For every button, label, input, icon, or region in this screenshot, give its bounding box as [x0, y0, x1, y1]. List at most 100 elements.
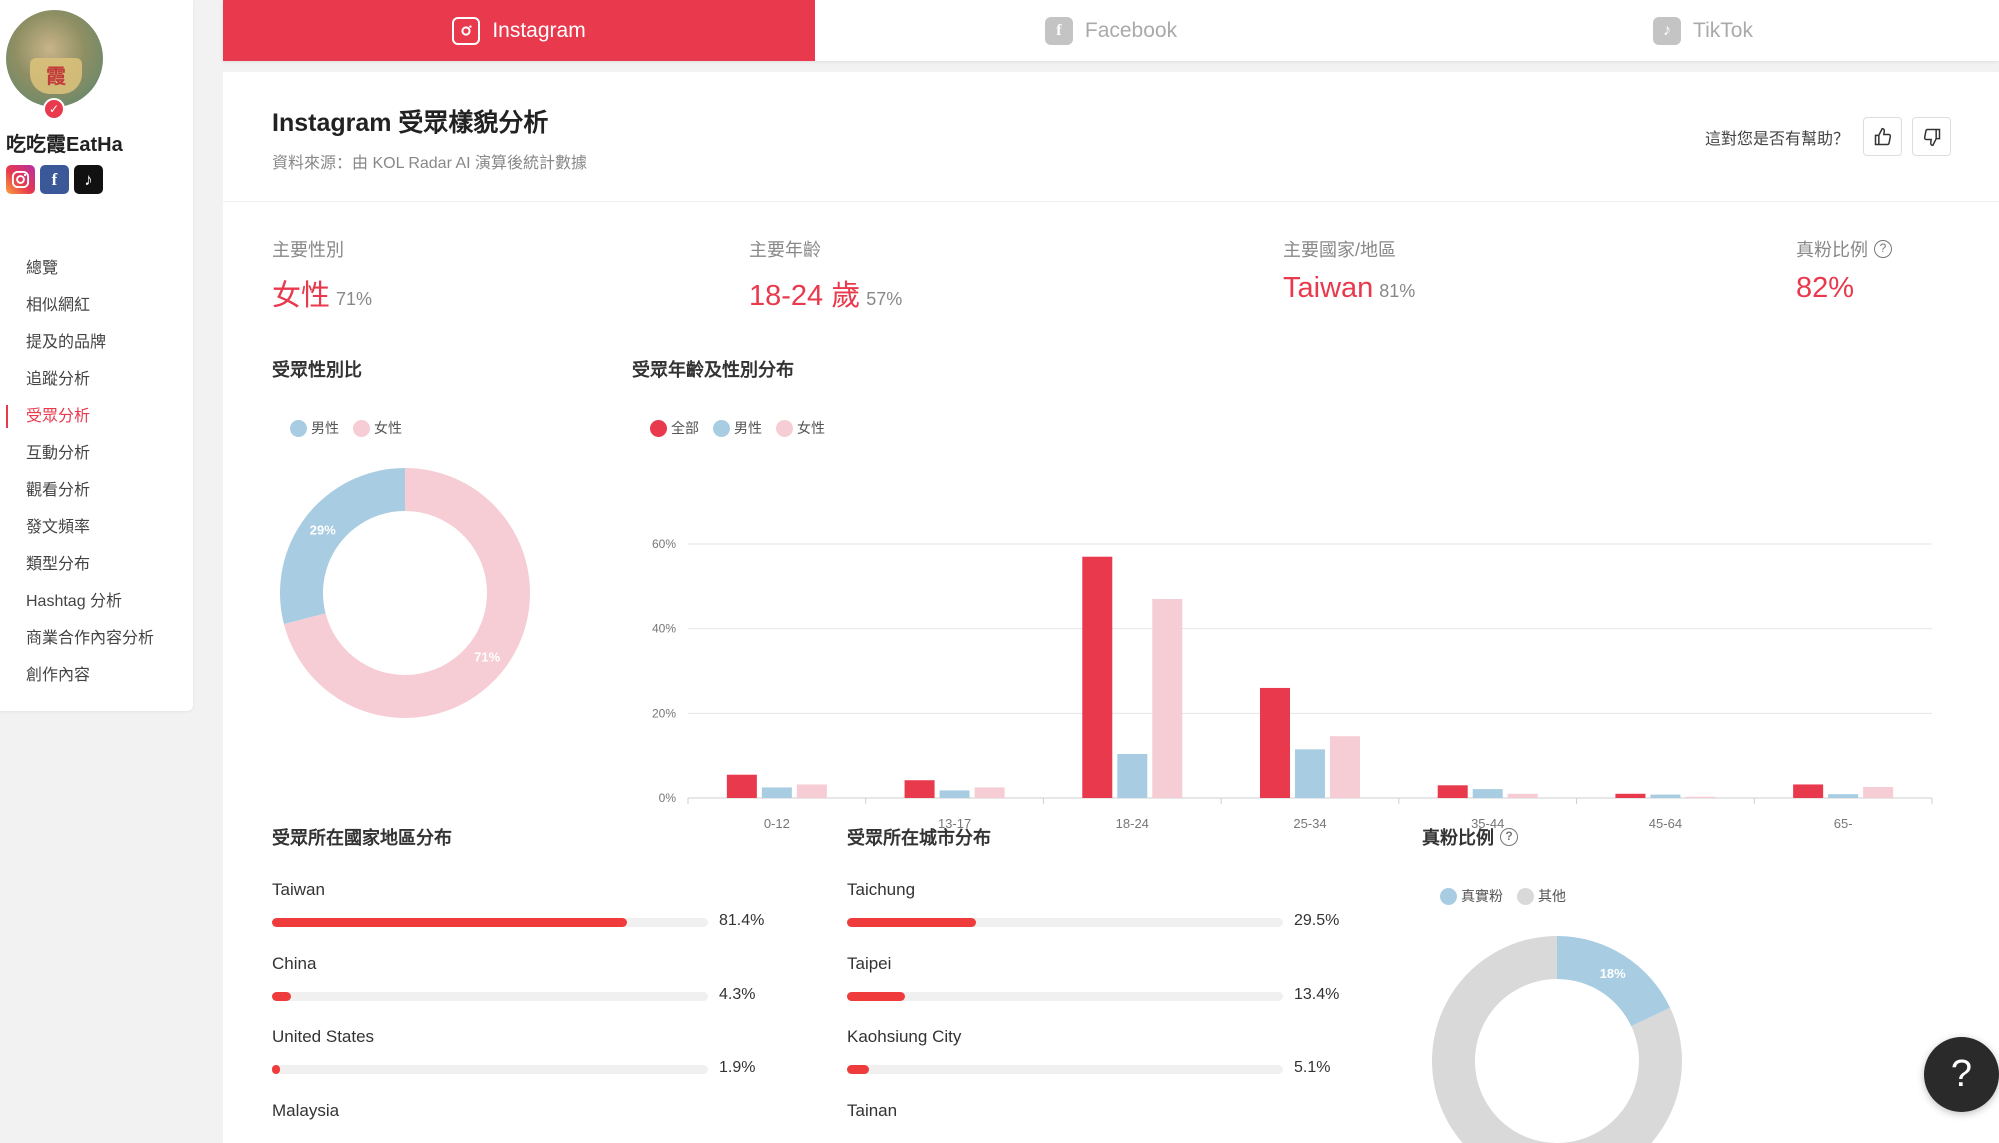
city-pct: 13.4% — [1294, 985, 1340, 1003]
stat-pct: 71% — [336, 289, 373, 309]
platform-tabs: Instagram f Facebook ♪ TikTok — [223, 0, 1999, 61]
tab-label: Instagram — [492, 18, 586, 42]
facebook-icon[interactable]: f — [40, 165, 69, 194]
avatar-text: 霞 — [46, 64, 66, 88]
list-item: Taiwan 81.4% — [272, 880, 766, 954]
progress-track — [847, 1065, 1283, 1074]
legend-label: 男性 — [311, 420, 339, 436]
country-name: Malaysia — [272, 1100, 340, 1120]
country-list: Taiwan 81.4% China 4.3% United States 1.… — [272, 880, 766, 1143]
progress-fill — [272, 1065, 281, 1074]
list-item: Tainan — [847, 1101, 1341, 1143]
stat-label: 主要年齡 — [749, 240, 821, 260]
donut-value-label: 71% — [474, 650, 500, 665]
verified-badge-icon: ✓ — [43, 98, 65, 120]
feedback-question: 這對您是否有幫助？ — [1704, 130, 1849, 148]
stat-label: 主要國家/地區 — [1283, 240, 1397, 260]
stat-value-text: 女性 — [272, 280, 331, 312]
bar-全部 — [1615, 793, 1646, 798]
tab-instagram[interactable]: Instagram — [223, 0, 815, 61]
legend-label: 女性 — [797, 420, 825, 436]
gender-donut-chart: 29% 71% — [280, 468, 530, 718]
tiktok-icon[interactable]: ♪ — [74, 165, 103, 194]
gender-legend: 男性 女性 — [290, 418, 402, 438]
bar-女性 — [1330, 736, 1360, 798]
sidebar-item-follower-analysis[interactable]: 追蹤分析 — [0, 361, 193, 398]
country-name: Taiwan — [272, 880, 325, 899]
sidebar-item-created-content[interactable]: 創作內容 — [0, 657, 193, 694]
city-name: Taipei — [847, 953, 892, 973]
progress-track — [272, 1065, 708, 1074]
sidebar-item-sponsored-content[interactable]: 商業合作內容分析 — [0, 620, 193, 657]
country-name: United States — [272, 1027, 375, 1046]
sidebar: 霞 ✓ 吃吃霞EatHa f ♪ 總覽 相似網紅 提及的品牌 追蹤分析 受眾分析… — [0, 0, 193, 711]
feedback-widget: 這對您是否有幫助？ — [1705, 117, 1951, 156]
legend-item-female[interactable]: 女性 — [776, 418, 825, 438]
sidebar-item-post-frequency[interactable]: 發文頻率 — [0, 509, 193, 546]
thumbs-up-button[interactable] — [1863, 117, 1902, 156]
sidebar-item-mentioned-brands[interactable]: 提及的品牌 — [0, 324, 193, 361]
legend-item-female[interactable]: 女性 — [353, 418, 402, 438]
tiktok-icon: ♪ — [1653, 16, 1682, 45]
help-icon[interactable]: ? — [1874, 240, 1892, 258]
bar-男性 — [1650, 794, 1681, 798]
city-name: Tainan — [847, 1100, 898, 1120]
country-name: China — [272, 953, 317, 973]
social-links: f ♪ — [6, 165, 103, 194]
section-title-age-gender: 受眾年齡及性別分布 — [632, 360, 794, 380]
stat-main-country: 主要國家/地區 Taiwan 81% — [1283, 236, 1415, 305]
progress-track — [847, 991, 1283, 1001]
y-tick-label: 0% — [659, 791, 677, 805]
age-gender-bar-chart: 0%20%40%60%0-12 13-17 18-24 25-34 35-44 45-64… — [652, 537, 1933, 831]
country-pct: 4.3% — [719, 985, 756, 1003]
stat-value: Taiwan 81% — [1283, 272, 1415, 305]
stat-pct: 57% — [866, 289, 903, 309]
section-title-cities: 受眾所在城市分布 — [847, 828, 991, 848]
age-legend: 全部 男性 女性 — [650, 418, 825, 438]
list-item: Taipei 13.4% — [847, 954, 1341, 1028]
sidebar-item-overview[interactable]: 總覽 — [0, 250, 193, 287]
y-tick-label: 20% — [652, 706, 676, 720]
audience-card: Instagram 受眾樣貌分析 資料來源：由 KOL Radar AI 演算後… — [223, 72, 1999, 1143]
stat-value-text: 18-24 歲 — [749, 280, 861, 312]
sidebar-item-audience-analysis[interactable]: 受眾分析 — [0, 398, 193, 435]
section-title-real-fans: 真粉比例 ? — [1422, 824, 1518, 850]
thumbs-down-button[interactable] — [1912, 117, 1951, 156]
stat-main-age: 主要年齡 18-24 歲 57% — [749, 236, 902, 314]
sidebar-item-engagement-analysis[interactable]: 互動分析 — [0, 435, 193, 472]
list-item: China 4.3% — [272, 954, 766, 1028]
bar-全部 — [726, 774, 757, 798]
progress-fill — [847, 991, 906, 1001]
avatar[interactable]: 霞 — [6, 10, 103, 107]
legend-item-male[interactable]: 男性 — [290, 418, 339, 438]
legend-item-real[interactable]: 真實粉 — [1440, 886, 1503, 906]
data-source-note: 資料來源：由 KOL Radar AI 演算後統計數據 — [272, 155, 588, 172]
legend-dot — [776, 419, 793, 437]
stat-value: 82% — [1796, 272, 1855, 304]
y-tick-label: 40% — [652, 622, 676, 636]
city-name: Kaohsiung City — [847, 1027, 962, 1046]
sidebar-item-view-analysis[interactable]: 觀看分析 — [0, 472, 193, 509]
bar-女性 — [974, 787, 1005, 798]
profile-name: 吃吃霞EatHa — [6, 134, 123, 156]
stat-value-text: Taiwan — [1283, 272, 1374, 304]
facebook-icon: f — [1044, 16, 1073, 45]
legend-item-male[interactable]: 男性 — [713, 418, 762, 438]
legend-item-all[interactable]: 全部 — [650, 418, 699, 438]
sidebar-item-similar-influencers[interactable]: 相似網紅 — [0, 287, 193, 324]
sidebar-item-hashtag-analysis[interactable]: Hashtag 分析 — [0, 583, 193, 620]
bar-男性 — [1472, 789, 1503, 798]
stat-value: 女性 71% — [272, 272, 372, 314]
sidebar-item-category-distribution[interactable]: 類型分布 — [0, 546, 193, 583]
legend-label: 女性 — [374, 420, 402, 436]
tab-facebook[interactable]: f Facebook — [815, 0, 1407, 61]
x-tick-label: 25-34 — [1293, 816, 1326, 831]
tab-tiktok[interactable]: ♪ TikTok — [1407, 0, 1999, 61]
instagram-icon[interactable] — [6, 165, 35, 194]
help-icon[interactable]: ? — [1500, 828, 1518, 846]
help-chat-button[interactable]: ? — [1924, 1037, 1999, 1112]
legend-item-other[interactable]: 其他 — [1517, 886, 1566, 906]
real-fans-legend: 真實粉 其他 — [1440, 886, 1566, 906]
x-tick-label: 18-24 — [1116, 816, 1149, 831]
legend-dot — [1440, 887, 1457, 905]
